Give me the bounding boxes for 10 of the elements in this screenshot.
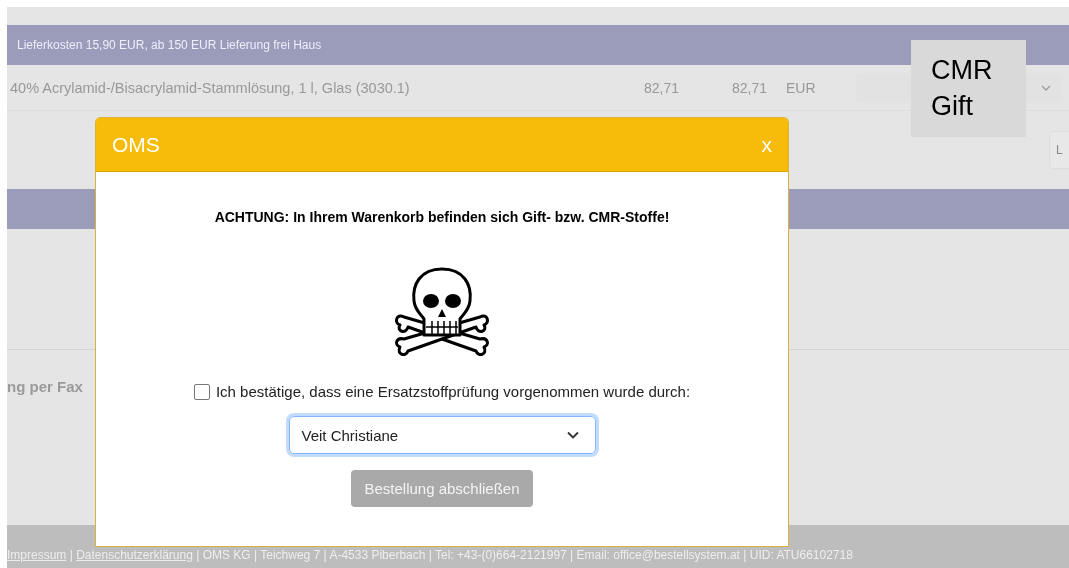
unit-price: 82,71 — [644, 79, 681, 96]
total-price: 82,71 — [732, 79, 769, 96]
shipping-info: Lieferkosten 15,90 EUR, ab 150 EUR Lieferung frei Haus — [17, 38, 322, 52]
section-heading: ng per Fax — [7, 378, 83, 395]
product-name: 40% Acrylamid-/Bisacrylamid-Stammlösung, 1 l, Glas (3030.1) — [9, 79, 411, 96]
checkbox-label: Ich bestätige, dass eine Ersatzstoffprüfung vorgenommen wurde durch: — [215, 383, 691, 400]
warning-text: ACHTUNG: In Ihrem Warenkorb befinden sich Gift- bzw. CMR-Stoffe! — [214, 209, 670, 225]
hazard-note-tooltip: CMR Gift — [911, 40, 1026, 137]
dialog-title: OMS — [112, 132, 160, 157]
currency: EUR — [786, 79, 817, 96]
